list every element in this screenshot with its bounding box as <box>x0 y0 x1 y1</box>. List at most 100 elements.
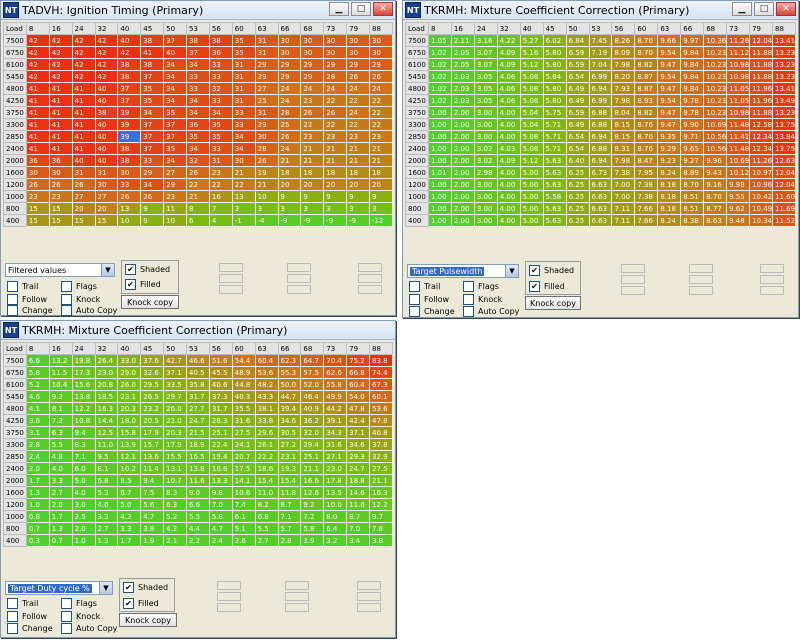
table-cell[interactable]: 21 <box>231 166 256 179</box>
table-cell[interactable]: 38 <box>140 34 165 47</box>
table-cell[interactable]: 26.4 <box>94 354 119 367</box>
table-cell[interactable]: 2.03 <box>450 94 475 107</box>
table-cell[interactable]: 75.2 <box>346 354 370 367</box>
table-cell[interactable]: 27.5 <box>369 462 393 475</box>
table-cell[interactable]: 12.2 <box>71 402 96 415</box>
table-cell[interactable]: 53.6 <box>254 366 279 379</box>
table-cell[interactable]: 26 <box>71 178 96 191</box>
table-cell[interactable]: -1 <box>231 214 256 227</box>
table-cell[interactable]: 8.24 <box>657 214 682 227</box>
table-cell[interactable]: 10.6 <box>231 486 256 499</box>
table-cell[interactable]: 9.55 <box>726 190 751 203</box>
table-cell[interactable]: 3.05 <box>473 94 498 107</box>
table-cell[interactable]: 5.08 <box>519 94 544 107</box>
table-cell[interactable]: 21 <box>300 154 325 167</box>
table-cell[interactable]: 9.4 <box>140 474 165 487</box>
table-cell[interactable]: 40.3 <box>231 390 256 403</box>
table-cell[interactable]: 8.70 <box>680 178 705 191</box>
table-cell[interactable]: 10.98 <box>726 70 751 83</box>
table-cell[interactable]: 38 <box>186 34 210 47</box>
table-cell[interactable]: 32.9 <box>369 450 393 463</box>
table-cell[interactable]: 40 <box>94 130 119 143</box>
table-cell[interactable]: 4.7 <box>140 510 165 523</box>
knock-checkbox[interactable]: Knock <box>61 611 100 622</box>
table-cell[interactable]: 26.0 <box>163 402 187 415</box>
table-cell[interactable]: 0.8 <box>25 510 50 523</box>
table-cell[interactable]: 4.03 <box>496 142 521 155</box>
table-cell[interactable]: 3.4 <box>346 534 370 547</box>
table-cell[interactable]: 29 <box>277 58 302 71</box>
table-cell[interactable]: 30 <box>369 46 393 59</box>
table-cell[interactable]: 40 <box>71 154 96 167</box>
change-checkbox[interactable]: Change <box>7 623 53 634</box>
table-cell[interactable]: 41 <box>71 82 96 95</box>
table-cell[interactable]: 6.88 <box>588 142 613 155</box>
table-cell[interactable]: 2.2 <box>186 534 210 547</box>
table-cell[interactable]: 47.8 <box>369 414 393 427</box>
table-cell[interactable]: 17.3 <box>71 366 96 379</box>
table-cell[interactable]: 40.8 <box>369 426 393 439</box>
table-cell[interactable]: 9.84 <box>680 58 705 71</box>
table-cell[interactable]: 30 <box>231 154 256 167</box>
table-cell[interactable]: 22.2 <box>254 450 279 463</box>
table-cell[interactable]: 3 <box>346 202 370 215</box>
table-cell[interactable]: 60.1 <box>369 390 393 403</box>
table-cell[interactable]: 10.23 <box>703 106 728 119</box>
table-cell[interactable]: 8.76 <box>634 142 659 155</box>
table-cell[interactable]: 27.7 <box>186 402 210 415</box>
table-cell[interactable]: 13 <box>117 202 142 215</box>
table-cell[interactable]: 28 <box>254 142 279 155</box>
table-cell[interactable]: 2.7 <box>254 534 279 547</box>
table-cell[interactable]: 66.8 <box>346 366 370 379</box>
maximize-icon[interactable]: □ <box>351 2 371 16</box>
table-cell[interactable]: 41 <box>71 94 96 107</box>
table-cell[interactable]: 11 <box>163 202 187 215</box>
auto-copy-checkbox[interactable]: Auto Copy <box>61 623 117 634</box>
table-cell[interactable]: 6.59 <box>565 106 590 119</box>
table-cell[interactable]: 18 <box>369 166 393 179</box>
table-cell[interactable]: 8.82 <box>634 58 659 71</box>
table-cell[interactable]: 10.98 <box>726 58 751 71</box>
table-cell[interactable]: 29 <box>140 166 165 179</box>
table-cell[interactable]: 35 <box>231 34 256 47</box>
table-cell[interactable]: 1.02 <box>427 82 452 95</box>
table-cell[interactable]: 11.88 <box>749 70 773 83</box>
table-cell[interactable]: 5.0 <box>71 474 96 487</box>
table-cell[interactable]: 8.7 <box>277 498 302 511</box>
table-cell[interactable]: 7.5 <box>140 486 165 499</box>
table-cell[interactable]: 8.70 <box>634 46 659 59</box>
table-cell[interactable]: 3.07 <box>473 46 498 59</box>
table-cell[interactable]: 23.0 <box>94 366 119 379</box>
table-cell[interactable]: 11.6 <box>186 474 210 487</box>
table-cell[interactable]: 20 <box>94 202 119 215</box>
table-cell[interactable]: 5.58 <box>542 190 567 203</box>
table-cell[interactable]: 10.23 <box>703 82 728 95</box>
table-cell[interactable]: 1.02 <box>427 46 452 59</box>
table-cell[interactable]: 40 <box>94 94 119 107</box>
table-cell[interactable]: 11.8 <box>277 486 302 499</box>
table-cell[interactable]: 23.1 <box>277 450 302 463</box>
table-cell[interactable]: 13.3 <box>208 474 233 487</box>
table-cell[interactable]: 5.2 <box>25 378 50 391</box>
table-cell[interactable]: 42.7 <box>163 354 187 367</box>
table-cell[interactable]: 17.5 <box>231 462 256 475</box>
table-cell[interactable]: 40 <box>94 82 119 95</box>
table-cell[interactable]: 4.00 <box>496 130 521 143</box>
table-cell[interactable]: 10.23 <box>703 58 728 71</box>
table-cell[interactable]: 15.6 <box>71 378 96 391</box>
table-cell[interactable]: 33.5 <box>163 378 187 391</box>
table-cell[interactable]: 15 <box>25 202 50 215</box>
table-cell[interactable]: 35 <box>163 106 187 119</box>
shaded-checkbox[interactable]: ✔ Shaded <box>125 264 170 275</box>
table-cell[interactable]: 3.02 <box>473 154 498 167</box>
table-cell[interactable]: 7.2 <box>48 414 73 427</box>
table-cell[interactable]: -12 <box>369 214 393 227</box>
table-cell[interactable]: 42 <box>71 34 96 47</box>
table-cell[interactable]: 29 <box>254 58 279 71</box>
table-cell[interactable]: 7.00 <box>611 190 636 203</box>
table-cell[interactable]: 9.2 <box>48 390 73 403</box>
table-cell[interactable]: 40 <box>94 154 119 167</box>
table-cell[interactable]: 29.0 <box>117 366 142 379</box>
table-cell[interactable]: 26 <box>117 190 142 203</box>
table-cell[interactable]: 8.31 <box>611 142 636 155</box>
